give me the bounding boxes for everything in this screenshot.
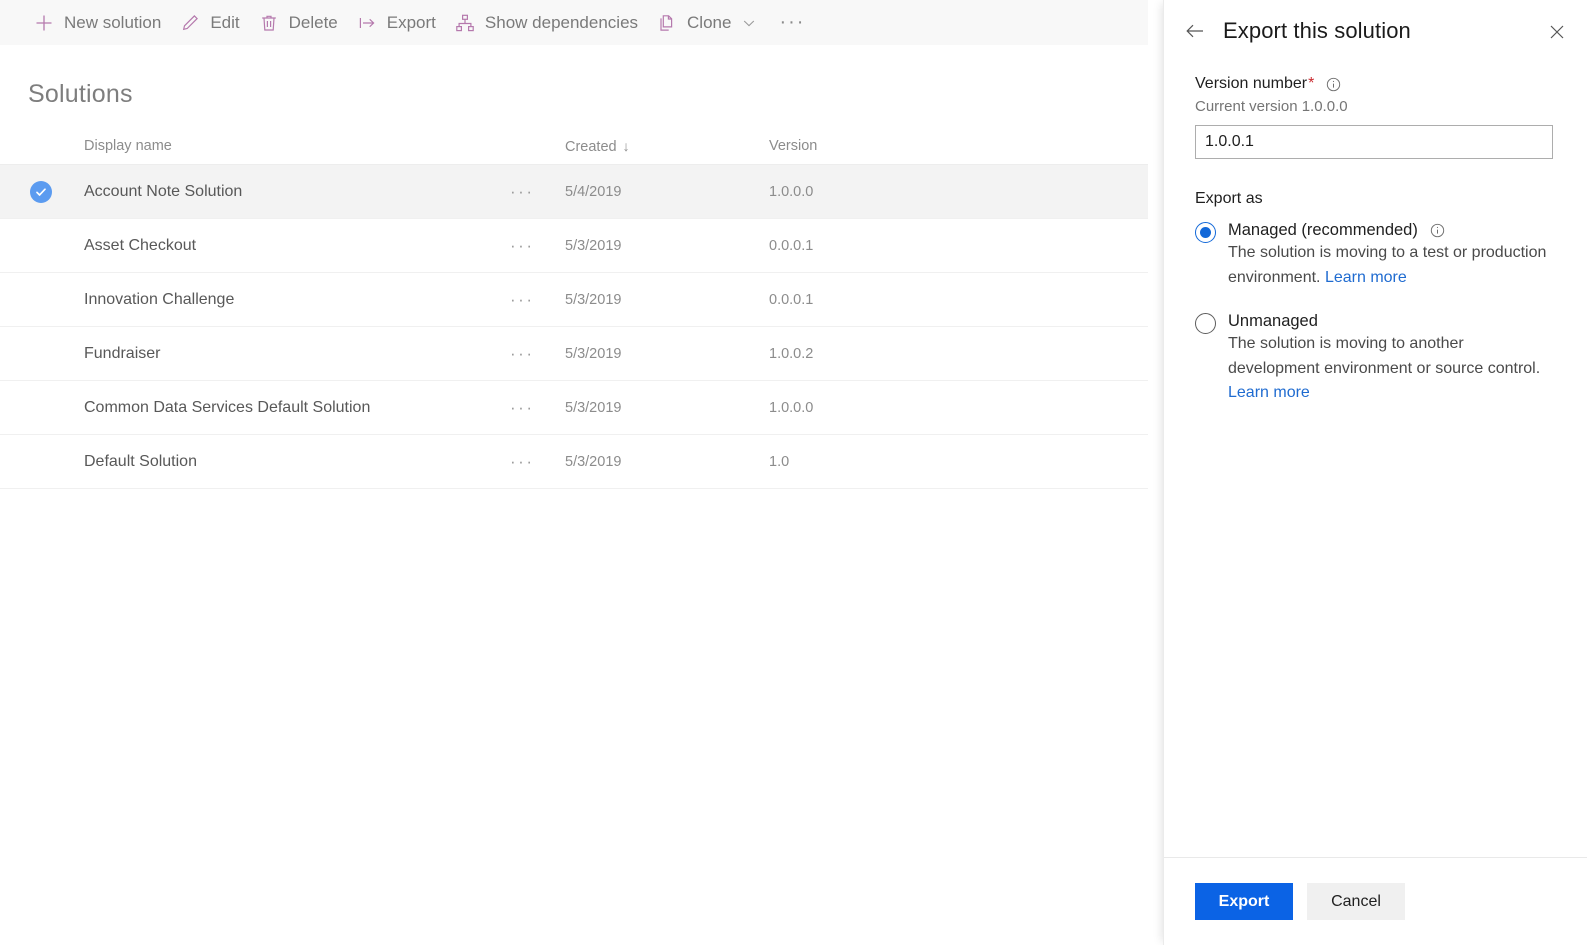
row-created-date: 5/3/2019 [565,346,769,362]
back-arrow-icon[interactable] [1180,16,1210,46]
row-context-menu-button[interactable]: ··· [510,452,565,472]
row-version: 1.0.0.0 [769,184,969,200]
option-label: Unmanaged [1228,311,1318,332]
learn-more-link[interactable]: Learn more [1325,269,1407,286]
row-version: 0.0.0.1 [769,292,969,308]
page-title: Solutions [28,80,133,109]
option-label-row: Managed (recommended) [1228,220,1557,241]
plus-icon [33,12,55,34]
app-root: New solution Edit Delete [0,0,1587,945]
solutions-grid: Display name Created ↓ Version Account No… [0,128,1148,489]
row-context-menu-button[interactable]: ··· [510,236,565,256]
export-submit-button[interactable]: Export [1195,883,1293,920]
learn-more-link[interactable]: Learn more [1228,384,1310,401]
column-header-created-label: Created [565,139,617,155]
radio-inner-dot [1200,227,1211,238]
table-row[interactable]: Fundraiser···5/3/20191.0.0.2 [0,327,1148,381]
radio-button[interactable] [1195,222,1216,243]
row-context-menu-button[interactable]: ··· [510,182,565,202]
command-bar: New solution Edit Delete [0,0,1148,45]
checkmark-icon [30,181,52,203]
toolbar-overflow-button[interactable]: ··· [772,0,812,45]
row-context-menu-button[interactable]: ··· [510,344,565,364]
info-icon[interactable] [1326,77,1341,92]
row-display-name[interactable]: Innovation Challenge [82,291,510,309]
panel-title: Export this solution [1223,18,1411,44]
row-context-menu-button[interactable]: ··· [510,290,565,310]
edit-button[interactable]: Edit [170,0,248,45]
table-row[interactable]: Account Note Solution···5/4/20191.0.0.0 [0,165,1148,219]
column-header-created[interactable]: Created ↓ [565,138,769,155]
clone-button[interactable]: Clone [647,0,766,45]
panel-header: Export this solution [1164,0,1587,62]
row-version: 1.0.0.2 [769,346,969,362]
close-icon[interactable] [1545,20,1569,44]
hierarchy-icon [454,12,476,34]
edit-label: Edit [210,14,239,32]
show-dependencies-label: Show dependencies [485,14,638,32]
export-as-label: Export as [1195,190,1557,208]
option-description: The solution is moving to a test or prod… [1228,244,1546,286]
new-solution-label: New solution [64,14,161,32]
show-dependencies-button[interactable]: Show dependencies [445,0,647,45]
panel-body: Version number* Current version 1.0.0.0 … [1164,62,1587,406]
row-version: 1.0.0.0 [769,400,969,416]
option-label: Managed (recommended) [1228,220,1418,241]
export-solution-panel: Export this solution Version number* [1163,0,1587,945]
chevron-down-icon[interactable] [741,15,757,31]
column-header-display-name[interactable]: Display name [82,138,510,154]
row-created-date: 5/4/2019 [565,184,769,200]
radio-button[interactable] [1195,313,1216,334]
row-version: 0.0.0.1 [769,238,969,254]
option-description: The solution is moving to another develo… [1228,335,1540,401]
table-row[interactable]: Asset Checkout···5/3/20190.0.0.1 [0,219,1148,273]
delete-label: Delete [289,14,338,32]
row-display-name[interactable]: Default Solution [82,453,510,471]
option-texts: Managed (recommended) The solution is mov… [1228,220,1557,290]
grid-rows: Account Note Solution···5/4/20191.0.0.0A… [0,165,1148,489]
panel-footer: Export Cancel [1164,857,1587,945]
cancel-button[interactable]: Cancel [1307,883,1405,920]
export-as-radio-group: Managed (recommended) The solution is mov… [1195,220,1557,406]
info-icon[interactable] [1430,223,1445,238]
grid-header-row: Display name Created ↓ Version [0,128,1148,165]
export-arrow-icon [356,12,378,34]
option-texts: Unmanaged The solution is moving to anoth… [1228,311,1557,406]
current-version-text: Current version 1.0.0.0 [1195,98,1557,115]
version-number-label-row: Version number* [1195,75,1557,93]
clone-label: Clone [687,14,731,32]
version-number-label: Version number [1195,75,1307,93]
table-row[interactable]: Innovation Challenge···5/3/20190.0.0.1 [0,273,1148,327]
row-display-name[interactable]: Common Data Services Default Solution [82,399,510,417]
version-number-input[interactable] [1195,125,1553,159]
pencil-icon [179,12,201,34]
row-created-date: 5/3/2019 [565,238,769,254]
row-created-date: 5/3/2019 [565,400,769,416]
export-label: Export [387,14,436,32]
new-solution-button[interactable]: New solution [24,0,170,45]
sort-descending-icon: ↓ [623,138,630,154]
option-description-text: The solution is moving to another develo… [1228,335,1540,377]
table-row[interactable]: Common Data Services Default Solution···… [0,381,1148,435]
export-as-option-managed[interactable]: Managed (recommended) The solution is mov… [1195,220,1557,290]
export-button[interactable]: Export [347,0,445,45]
trash-icon [258,12,280,34]
row-created-date: 5/3/2019 [565,454,769,470]
copy-icon [656,12,678,34]
row-display-name[interactable]: Asset Checkout [82,237,510,255]
row-display-name[interactable]: Account Note Solution [82,183,510,201]
required-marker: * [1308,76,1314,92]
row-version: 1.0 [769,454,969,470]
row-display-name[interactable]: Fundraiser [82,345,510,363]
row-created-date: 5/3/2019 [565,292,769,308]
delete-button[interactable]: Delete [249,0,347,45]
column-header-version[interactable]: Version [769,138,969,154]
export-as-option-unmanaged[interactable]: Unmanaged The solution is moving to anoth… [1195,311,1557,406]
row-context-menu-button[interactable]: ··· [510,398,565,418]
row-select-checkbox[interactable] [0,181,82,203]
table-row[interactable]: Default Solution···5/3/20191.0 [0,435,1148,489]
option-label-row: Unmanaged [1228,311,1557,332]
